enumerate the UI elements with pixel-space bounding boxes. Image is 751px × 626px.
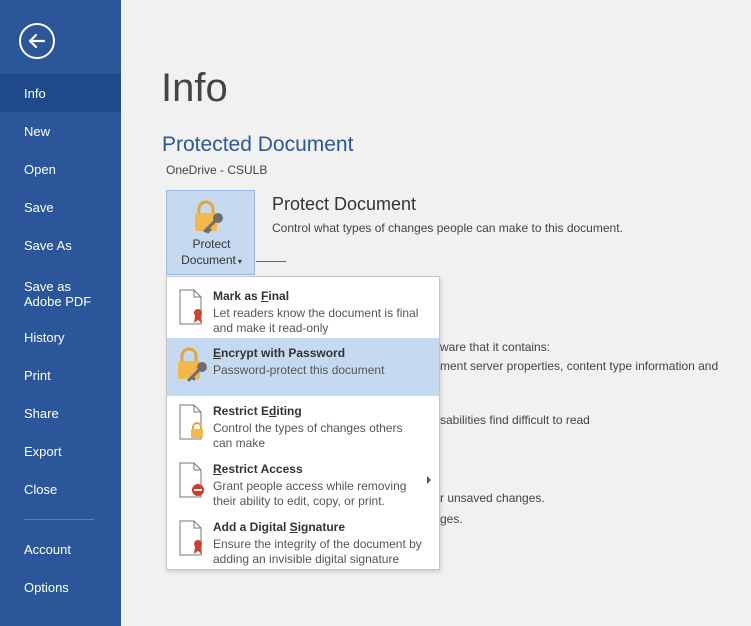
menu-item-description: Grant people access while removing their… xyxy=(213,479,407,508)
menu-item-add-digital-signature[interactable]: Add a Digital Signature Ensure the integ… xyxy=(167,512,439,570)
nav-label: Print xyxy=(24,367,51,383)
menu-item-restrict-access[interactable]: Restrict Access Grant people access whil… xyxy=(167,454,439,512)
nav-info[interactable]: Info xyxy=(0,74,121,112)
nav-label: History xyxy=(24,329,65,345)
menu-item-description: Let readers know the document is final a… xyxy=(213,306,419,335)
nav-label: Account xyxy=(24,541,71,557)
nav-export[interactable]: Export xyxy=(0,432,121,470)
page-title: Info xyxy=(161,66,228,110)
lock-key-icon xyxy=(195,200,223,234)
protect-label-line2: Document ▾ xyxy=(167,252,256,270)
nav-print[interactable]: Print xyxy=(0,356,121,394)
protect-label-line2-text: Document xyxy=(181,253,236,267)
menu-item-title: Mark as Final xyxy=(213,289,289,303)
menu-item-title: Encrypt with Password xyxy=(213,346,345,360)
lock-key-icon xyxy=(178,347,207,382)
nav-account[interactable]: Account xyxy=(0,530,121,568)
restrict-access-icon xyxy=(179,462,204,498)
nav-label: Info xyxy=(24,85,46,101)
title-text: Mark as xyxy=(213,289,262,303)
title-text: iting xyxy=(276,404,302,418)
nav-label: Close xyxy=(24,481,58,497)
title-text: ncrypt with Password xyxy=(221,346,346,360)
title-text: Add a Digital xyxy=(213,520,290,534)
document-location: OneDrive - CSULB xyxy=(166,163,268,177)
title-text: ignature xyxy=(297,520,346,534)
menu-item-description: Control the types of changes others can … xyxy=(213,421,403,450)
nav-close[interactable]: Close xyxy=(0,470,121,508)
nav-label: Options xyxy=(24,579,69,595)
back-arrow-icon xyxy=(28,33,46,49)
protect-label-line1: Protect xyxy=(192,237,231,251)
backstage-sidebar: Info New Open Save Save As Save as Adobe… xyxy=(0,0,121,626)
mark-final-icon xyxy=(179,289,202,325)
access-key: S xyxy=(289,520,298,534)
document-title: Protected Document xyxy=(162,133,354,156)
nav-save-as[interactable]: Save As xyxy=(0,226,121,264)
menu-item-title: Restrict Editing xyxy=(213,404,302,418)
nav-share[interactable]: Share xyxy=(0,394,121,432)
menu-item-description: Password-protect this document xyxy=(213,363,385,377)
nav-label: Save as Adobe PDF xyxy=(24,279,92,309)
title-text: inal xyxy=(268,289,290,303)
access-key: R xyxy=(213,462,222,476)
nav-open[interactable]: Open xyxy=(0,150,121,188)
restrict-editing-icon xyxy=(179,404,203,440)
nav-label: Export xyxy=(24,443,62,459)
inspect-text-2: ment server properties, content type inf… xyxy=(440,359,719,373)
nav-label: Save xyxy=(24,199,54,215)
inspect-text-1: ware that it contains: xyxy=(440,340,551,354)
protect-document-button[interactable]: Protect Document ▾ xyxy=(166,190,255,275)
nav-new[interactable]: New xyxy=(0,112,121,150)
menu-item-title: Add a Digital Signature xyxy=(213,520,345,534)
section-divider xyxy=(256,261,286,262)
versions-text-2: ges. xyxy=(440,512,463,526)
dropdown-caret-icon: ▾ xyxy=(237,257,242,266)
sidebar-divider xyxy=(24,519,94,520)
nav-save-as-adobe-pdf[interactable]: Save as Adobe PDF xyxy=(0,272,121,316)
nav-label: Share xyxy=(24,405,59,421)
protect-document-description: Control what types of changes people can… xyxy=(272,221,623,235)
menu-item-description: Ensure the integrity of the document by … xyxy=(213,537,422,566)
menu-item-encrypt-with-password[interactable]: Encrypt with Password Password-protect t… xyxy=(167,338,439,396)
protect-document-label: Protect Document ▾ xyxy=(167,236,256,270)
digital-signature-icon xyxy=(179,520,202,556)
menu-item-mark-as-final[interactable]: Mark as Final Let readers know the docum… xyxy=(167,281,439,339)
nav-label: Save As xyxy=(24,237,72,253)
submenu-arrow-icon xyxy=(427,476,431,484)
back-button[interactable] xyxy=(19,23,55,59)
menu-item-restrict-editing[interactable]: Restrict Editing Control the types of ch… xyxy=(167,396,439,454)
title-text: estrict Access xyxy=(221,462,303,476)
nav-options[interactable]: Options xyxy=(0,568,121,606)
nav-save[interactable]: Save xyxy=(0,188,121,226)
inspect-text-3: sabilities find difficult to read xyxy=(440,413,590,427)
protect-document-menu: Mark as Final Let readers know the docum… xyxy=(166,276,440,570)
versions-text-1: r unsaved changes. xyxy=(440,491,545,505)
access-key: E xyxy=(213,346,222,360)
nav-history[interactable]: History xyxy=(0,318,121,356)
nav-label: New xyxy=(24,123,51,139)
nav-label: Open xyxy=(24,161,56,177)
protect-document-heading: Protect Document xyxy=(272,194,417,214)
title-text: Restrict E xyxy=(213,404,270,418)
menu-item-title: Restrict Access xyxy=(213,462,303,476)
